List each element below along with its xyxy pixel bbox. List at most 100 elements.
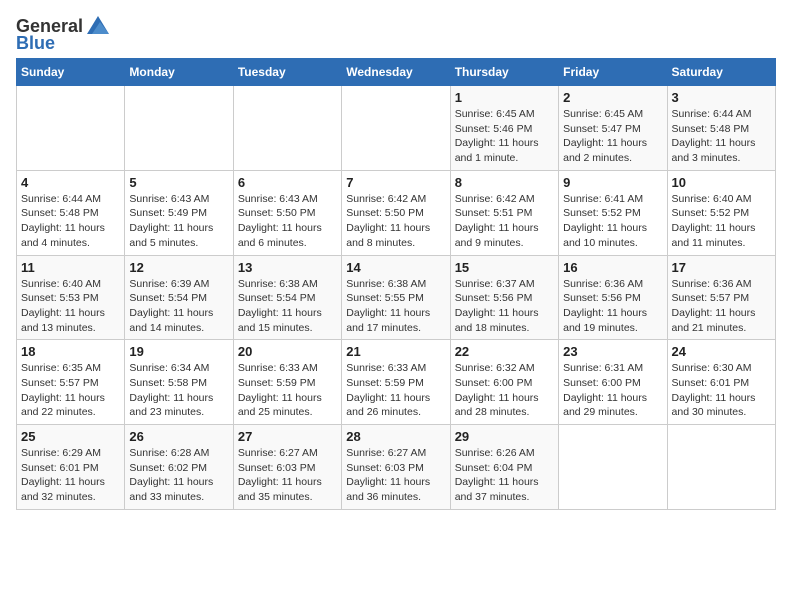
day-detail: Sunrise: 6:38 AM Sunset: 5:55 PM Dayligh… [346,277,445,336]
calendar-week-5: 25 Sunrise: 6:29 AM Sunset: 6:01 PM Dayli… [17,425,776,510]
calendar-cell: 27 Sunrise: 6:27 AM Sunset: 6:03 PM Dayli… [233,425,341,510]
calendar-cell: 29 Sunrise: 6:26 AM Sunset: 6:04 PM Dayli… [450,425,558,510]
calendar-cell: 22 Sunrise: 6:32 AM Sunset: 6:00 PM Dayli… [450,340,558,425]
day-number: 2 [563,90,662,105]
calendar-cell: 12 Sunrise: 6:39 AM Sunset: 5:54 PM Dayli… [125,255,233,340]
calendar-cell: 5 Sunrise: 6:43 AM Sunset: 5:49 PM Daylig… [125,170,233,255]
calendar-cell: 28 Sunrise: 6:27 AM Sunset: 6:03 PM Dayli… [342,425,450,510]
day-number: 5 [129,175,228,190]
calendar-week-4: 18Sunrise: 6:35 AM Sunset: 5:57 PM Dayli… [17,340,776,425]
day-number: 11 [21,260,120,275]
calendar-cell: 1 Sunrise: 6:45 AM Sunset: 5:46 PM Daylig… [450,86,558,171]
calendar-cell: 2 Sunrise: 6:45 AM Sunset: 5:47 PM Daylig… [559,86,667,171]
day-detail: Sunrise: 6:32 AM Sunset: 6:00 PM Dayligh… [455,361,554,420]
day-detail: Sunrise: 6:37 AM Sunset: 5:56 PM Dayligh… [455,277,554,336]
day-number: 17 [672,260,771,275]
day-detail: Sunrise: 6:29 AM Sunset: 6:01 PM Dayligh… [21,446,120,505]
header: General Blue [16,16,776,54]
day-detail: Sunrise: 6:33 AM Sunset: 5:59 PM Dayligh… [346,361,445,420]
day-detail: Sunrise: 6:45 AM Sunset: 5:46 PM Dayligh… [455,107,554,166]
calendar-cell: 11 Sunrise: 6:40 AM Sunset: 5:53 PM Dayli… [17,255,125,340]
calendar-cell: 21 Sunrise: 6:33 AM Sunset: 5:59 PM Dayli… [342,340,450,425]
calendar-header-friday: Friday [559,59,667,86]
day-number: 4 [21,175,120,190]
day-detail: Sunrise: 6:42 AM Sunset: 5:50 PM Dayligh… [346,192,445,251]
day-number: 13 [238,260,337,275]
day-detail: Sunrise: 6:40 AM Sunset: 5:52 PM Dayligh… [672,192,771,251]
day-detail: Sunrise: 6:27 AM Sunset: 6:03 PM Dayligh… [346,446,445,505]
day-number: 28 [346,429,445,444]
day-detail: Sunrise: 6:44 AM Sunset: 5:48 PM Dayligh… [21,192,120,251]
day-number: 3 [672,90,771,105]
day-detail: Sunrise: 6:36 AM Sunset: 5:57 PM Dayligh… [672,277,771,336]
day-detail: Sunrise: 6:43 AM Sunset: 5:49 PM Dayligh… [129,192,228,251]
day-number: 6 [238,175,337,190]
calendar-cell: 26 Sunrise: 6:28 AM Sunset: 6:02 PM Dayli… [125,425,233,510]
calendar-cell: 10Sunrise: 6:40 AM Sunset: 5:52 PM Dayli… [667,170,775,255]
day-detail: Sunrise: 6:36 AM Sunset: 5:56 PM Dayligh… [563,277,662,336]
day-number: 24 [672,344,771,359]
day-number: 19 [129,344,228,359]
day-number: 20 [238,344,337,359]
day-detail: Sunrise: 6:34 AM Sunset: 5:58 PM Dayligh… [129,361,228,420]
day-number: 1 [455,90,554,105]
calendar-header-saturday: Saturday [667,59,775,86]
calendar-header-tuesday: Tuesday [233,59,341,86]
calendar-cell: 16Sunrise: 6:36 AM Sunset: 5:56 PM Dayli… [559,255,667,340]
calendar-cell [125,86,233,171]
calendar-header-sunday: Sunday [17,59,125,86]
calendar-cell: 20Sunrise: 6:33 AM Sunset: 5:59 PM Dayli… [233,340,341,425]
day-detail: Sunrise: 6:42 AM Sunset: 5:51 PM Dayligh… [455,192,554,251]
day-detail: Sunrise: 6:45 AM Sunset: 5:47 PM Dayligh… [563,107,662,166]
day-detail: Sunrise: 6:39 AM Sunset: 5:54 PM Dayligh… [129,277,228,336]
day-number: 27 [238,429,337,444]
calendar-cell: 15Sunrise: 6:37 AM Sunset: 5:56 PM Dayli… [450,255,558,340]
calendar-cell: 24 Sunrise: 6:30 AM Sunset: 6:01 PM Dayli… [667,340,775,425]
day-number: 12 [129,260,228,275]
calendar-cell [342,86,450,171]
calendar-cell: 18Sunrise: 6:35 AM Sunset: 5:57 PM Dayli… [17,340,125,425]
day-number: 23 [563,344,662,359]
calendar-header-wednesday: Wednesday [342,59,450,86]
day-number: 9 [563,175,662,190]
calendar-cell: 4 Sunrise: 6:44 AM Sunset: 5:48 PM Daylig… [17,170,125,255]
day-number: 26 [129,429,228,444]
calendar-cell: 3 Sunrise: 6:44 AM Sunset: 5:48 PM Daylig… [667,86,775,171]
day-number: 25 [21,429,120,444]
calendar-cell: 13 Sunrise: 6:38 AM Sunset: 5:54 PM Dayli… [233,255,341,340]
calendar-cell: 7 Sunrise: 6:42 AM Sunset: 5:50 PM Daylig… [342,170,450,255]
calendar-cell: 19 Sunrise: 6:34 AM Sunset: 5:58 PM Dayli… [125,340,233,425]
calendar-cell: 14 Sunrise: 6:38 AM Sunset: 5:55 PM Dayli… [342,255,450,340]
day-detail: Sunrise: 6:38 AM Sunset: 5:54 PM Dayligh… [238,277,337,336]
calendar-week-3: 11 Sunrise: 6:40 AM Sunset: 5:53 PM Dayli… [17,255,776,340]
day-detail: Sunrise: 6:26 AM Sunset: 6:04 PM Dayligh… [455,446,554,505]
day-number: 8 [455,175,554,190]
calendar-cell: 25 Sunrise: 6:29 AM Sunset: 6:01 PM Dayli… [17,425,125,510]
day-detail: Sunrise: 6:27 AM Sunset: 6:03 PM Dayligh… [238,446,337,505]
calendar-cell [17,86,125,171]
logo-blue: Blue [16,33,55,54]
day-number: 22 [455,344,554,359]
calendar-cell: 9 Sunrise: 6:41 AM Sunset: 5:52 PM Daylig… [559,170,667,255]
day-detail: Sunrise: 6:41 AM Sunset: 5:52 PM Dayligh… [563,192,662,251]
calendar-cell: 6 Sunrise: 6:43 AM Sunset: 5:50 PM Daylig… [233,170,341,255]
calendar-header-monday: Monday [125,59,233,86]
calendar-cell [559,425,667,510]
day-number: 29 [455,429,554,444]
day-number: 14 [346,260,445,275]
calendar-week-1: 1 Sunrise: 6:45 AM Sunset: 5:46 PM Daylig… [17,86,776,171]
calendar-table: SundayMondayTuesdayWednesdayThursdayFrid… [16,58,776,510]
day-detail: Sunrise: 6:40 AM Sunset: 5:53 PM Dayligh… [21,277,120,336]
logo-icon [87,16,109,34]
day-detail: Sunrise: 6:31 AM Sunset: 6:00 PM Dayligh… [563,361,662,420]
day-detail: Sunrise: 6:28 AM Sunset: 6:02 PM Dayligh… [129,446,228,505]
day-detail: Sunrise: 6:43 AM Sunset: 5:50 PM Dayligh… [238,192,337,251]
day-number: 21 [346,344,445,359]
calendar-header-thursday: Thursday [450,59,558,86]
calendar-cell: 8 Sunrise: 6:42 AM Sunset: 5:51 PM Daylig… [450,170,558,255]
day-number: 7 [346,175,445,190]
logo: General Blue [16,16,109,54]
calendar-cell [233,86,341,171]
day-detail: Sunrise: 6:30 AM Sunset: 6:01 PM Dayligh… [672,361,771,420]
day-detail: Sunrise: 6:44 AM Sunset: 5:48 PM Dayligh… [672,107,771,166]
